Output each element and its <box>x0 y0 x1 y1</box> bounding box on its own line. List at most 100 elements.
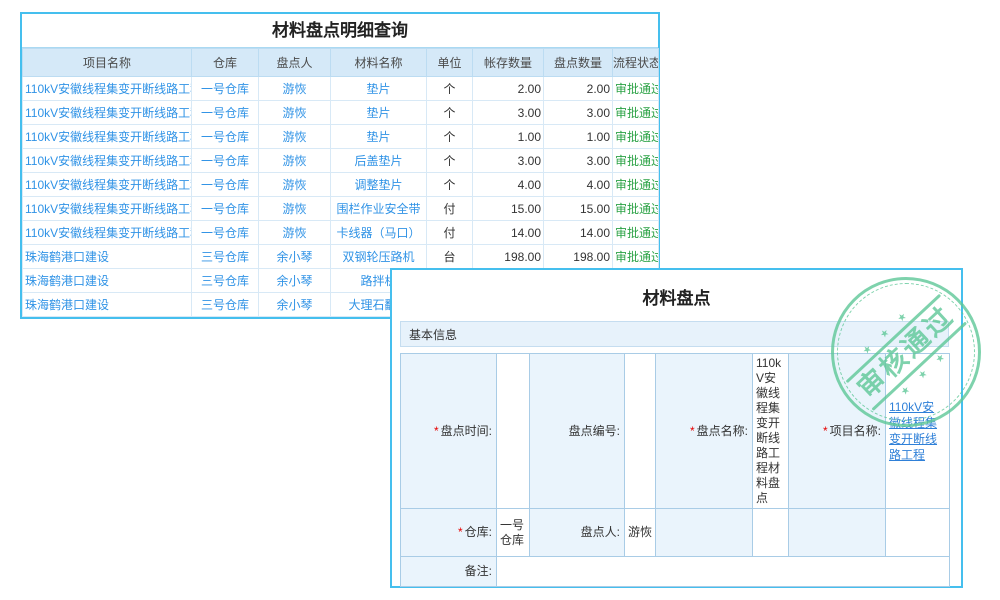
cell-status-link[interactable]: 审批通过 <box>613 149 659 173</box>
cell-unit: 个 <box>427 101 473 125</box>
cell-unit: 台 <box>427 245 473 269</box>
cell-material: 垫片 <box>331 77 427 101</box>
cell-status-link[interactable]: 审批通过 <box>613 221 659 245</box>
cell-person: 游恢 <box>259 101 331 125</box>
cell-status-link[interactable]: 审批通过 <box>613 173 659 197</box>
cell-person: 游恢 <box>259 221 331 245</box>
cell-person: 游恢 <box>259 173 331 197</box>
cell-project-name[interactable]: 110kV安徽线程集变开断线路工程 <box>23 173 192 197</box>
empty-label-cell <box>656 509 753 557</box>
cell-book-qty: 198.00 <box>473 245 544 269</box>
cell-person: 游恢 <box>259 125 331 149</box>
cell-person: 游恢 <box>259 77 331 101</box>
project-name-label: *项目名称: <box>789 354 886 509</box>
required-marker: * <box>823 424 828 438</box>
column-header-person: 盘点人 <box>259 49 331 77</box>
basic-info-section-header: 基本信息 <box>400 321 949 347</box>
cell-count-qty: 198.00 <box>544 245 613 269</box>
project-name-value: 110kV安徽线程集变开断线路工程 <box>886 354 950 509</box>
cell-person: 余小琴 <box>259 293 331 317</box>
table-row: 110kV安徽线程集变开断线路工程一号仓库游恢调整垫片个4.004.00审批通过 <box>23 173 659 197</box>
empty-value-cell <box>753 509 789 557</box>
required-marker: * <box>690 424 695 438</box>
table-row: 110kV安徽线程集变开断线路工程一号仓库游恢垫片个3.003.00审批通过 <box>23 101 659 125</box>
table-row: 110kV安徽线程集变开断线路工程一号仓库游恢垫片个1.001.00审批通过 <box>23 125 659 149</box>
empty-value-cell <box>886 509 950 557</box>
inventory-name-value: 110kV安徽线程集变开断线路工程材料盘点 <box>753 354 789 509</box>
cell-project-name[interactable]: 110kV安徽线程集变开断线路工程 <box>23 221 192 245</box>
required-marker: * <box>458 525 463 539</box>
inventory-time-value <box>497 354 530 509</box>
cell-warehouse: 三号仓库 <box>192 293 259 317</box>
cell-person: 余小琴 <box>259 245 331 269</box>
inventory-form-window: 材料盘点 基本信息 *盘点时间: 盘点编号: *盘点名称: 110kV安徽线程集… <box>390 268 963 588</box>
cell-book-qty: 4.00 <box>473 173 544 197</box>
remark-value <box>497 557 950 587</box>
cell-warehouse: 一号仓库 <box>192 77 259 101</box>
table-row: 110kV安徽线程集变开断线路工程一号仓库游恢卡线器（马口）付14.0014.0… <box>23 221 659 245</box>
remark-label: 备注: <box>401 557 497 587</box>
column-header-project: 项目名称 <box>23 49 192 77</box>
cell-unit: 付 <box>427 221 473 245</box>
cell-warehouse: 一号仓库 <box>192 221 259 245</box>
cell-project-name[interactable]: 珠海鹤港口建设 <box>23 293 192 317</box>
cell-warehouse: 一号仓库 <box>192 149 259 173</box>
cell-book-qty: 1.00 <box>473 125 544 149</box>
form-fields-table: *盘点时间: 盘点编号: *盘点名称: 110kV安徽线程集变开断线路工程材料盘… <box>400 353 950 587</box>
cell-status-link[interactable]: 审批通过 <box>613 77 659 101</box>
cell-count-qty: 3.00 <box>544 149 613 173</box>
table-row: 110kV安徽线程集变开断线路工程一号仓库游恢后盖垫片个3.003.00审批通过 <box>23 149 659 173</box>
cell-status-link[interactable]: 审批通过 <box>613 245 659 269</box>
cell-unit: 个 <box>427 125 473 149</box>
cell-status-link[interactable]: 审批通过 <box>613 125 659 149</box>
warehouse-label: *仓库: <box>401 509 497 557</box>
page: 材料盘点明细查询 项目名称仓库盘点人材料名称单位帐存数量盘点数量流程状态 110… <box>0 0 1000 600</box>
table-row: 110kV安徽线程集变开断线路工程一号仓库游恢围栏作业安全带付15.0015.0… <box>23 197 659 221</box>
cell-warehouse: 一号仓库 <box>192 125 259 149</box>
cell-material: 卡线器（马口） <box>331 221 427 245</box>
cell-project-name[interactable]: 珠海鹤港口建设 <box>23 269 192 293</box>
cell-book-qty: 3.00 <box>473 101 544 125</box>
cell-warehouse: 三号仓库 <box>192 269 259 293</box>
column-header-material: 材料名称 <box>331 49 427 77</box>
cell-project-name[interactable]: 110kV安徽线程集变开断线路工程 <box>23 149 192 173</box>
empty-label-cell <box>789 509 886 557</box>
cell-warehouse: 一号仓库 <box>192 197 259 221</box>
cell-project-name[interactable]: 110kV安徽线程集变开断线路工程 <box>23 125 192 149</box>
cell-warehouse: 三号仓库 <box>192 245 259 269</box>
cell-material: 后盖垫片 <box>331 149 427 173</box>
query-window-title: 材料盘点明细查询 <box>22 14 658 48</box>
project-link[interactable]: 110kV安徽线程集变开断线路工程 <box>889 400 937 462</box>
cell-unit: 个 <box>427 77 473 101</box>
cell-person: 余小琴 <box>259 269 331 293</box>
cell-warehouse: 一号仓库 <box>192 101 259 125</box>
cell-status-link[interactable]: 审批通过 <box>613 101 659 125</box>
inventory-code-label: 盘点编号: <box>530 354 625 509</box>
cell-project-name[interactable]: 110kV安徽线程集变开断线路工程 <box>23 197 192 221</box>
inventory-code-value <box>625 354 656 509</box>
cell-book-qty: 3.00 <box>473 149 544 173</box>
cell-project-name[interactable]: 珠海鹤港口建设 <box>23 245 192 269</box>
column-header-unit: 单位 <box>427 49 473 77</box>
cell-book-qty: 15.00 <box>473 197 544 221</box>
form-title: 材料盘点 <box>392 284 961 309</box>
table-header-row: 项目名称仓库盘点人材料名称单位帐存数量盘点数量流程状态 <box>23 49 659 77</box>
cell-material: 调整垫片 <box>331 173 427 197</box>
cell-count-qty: 15.00 <box>544 197 613 221</box>
column-header-warehouse: 仓库 <box>192 49 259 77</box>
table-row: 珠海鹤港口建设三号仓库余小琴双钢轮压路机台198.00198.00审批通过 <box>23 245 659 269</box>
column-header-count_qty: 盘点数量 <box>544 49 613 77</box>
column-header-book_qty: 帐存数量 <box>473 49 544 77</box>
cell-person: 游恢 <box>259 197 331 221</box>
cell-material: 垫片 <box>331 125 427 149</box>
cell-project-name[interactable]: 110kV安徽线程集变开断线路工程 <box>23 77 192 101</box>
cell-status-link[interactable]: 审批通过 <box>613 197 659 221</box>
cell-count-qty: 2.00 <box>544 77 613 101</box>
cell-project-name[interactable]: 110kV安徽线程集变开断线路工程 <box>23 101 192 125</box>
cell-count-qty: 4.00 <box>544 173 613 197</box>
cell-count-qty: 1.00 <box>544 125 613 149</box>
cell-material: 围栏作业安全带 <box>331 197 427 221</box>
warehouse-value: 一号仓库 <box>497 509 530 557</box>
cell-warehouse: 一号仓库 <box>192 173 259 197</box>
table-row: 110kV安徽线程集变开断线路工程一号仓库游恢垫片个2.002.00审批通过 <box>23 77 659 101</box>
